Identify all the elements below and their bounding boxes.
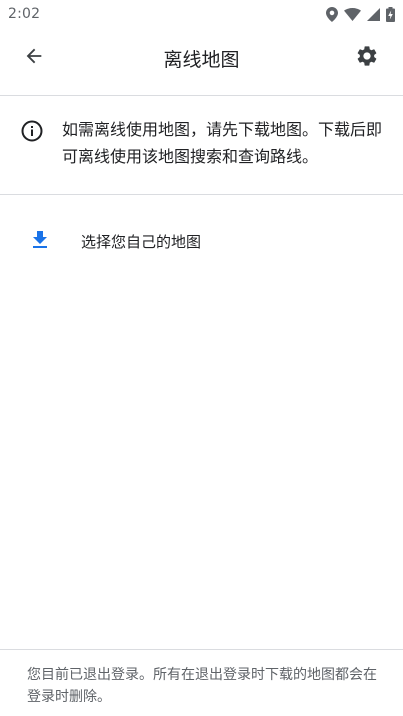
settings-button[interactable] xyxy=(353,44,381,72)
page-title: 离线地图 xyxy=(163,49,240,71)
signed-out-notice-text: 您目前已退出登录。所有在退出登录时下载的地图都会在登录时删除。 xyxy=(27,667,377,705)
battery-charging-icon xyxy=(386,6,395,22)
status-icons xyxy=(326,6,395,22)
signal-icon xyxy=(367,7,380,21)
signed-out-notice: 您目前已退出登录。所有在退出登录时下载的地图都会在登录时删除。 xyxy=(0,649,403,716)
status-time: 2:02 xyxy=(8,6,41,22)
info-text: 如需离线使用地图，请先下载地图。下载后即可离线使用该地图搜索和查询路线。 xyxy=(62,120,383,166)
gear-icon xyxy=(355,44,379,72)
status-bar: 2:02 xyxy=(0,0,403,28)
wifi-icon xyxy=(344,7,361,21)
info-section: 如需离线使用地图，请先下载地图。下载后即可离线使用该地图搜索和查询路线。 xyxy=(0,96,403,194)
select-own-map-label: 选择您自己的地图 xyxy=(81,233,202,251)
section-divider xyxy=(0,194,403,195)
select-own-map-button[interactable]: 选择您自己的地图 xyxy=(0,212,403,268)
app-bar: 离线地图 xyxy=(0,28,403,88)
location-icon xyxy=(326,6,338,22)
info-icon xyxy=(20,119,44,143)
download-icon xyxy=(28,228,52,252)
